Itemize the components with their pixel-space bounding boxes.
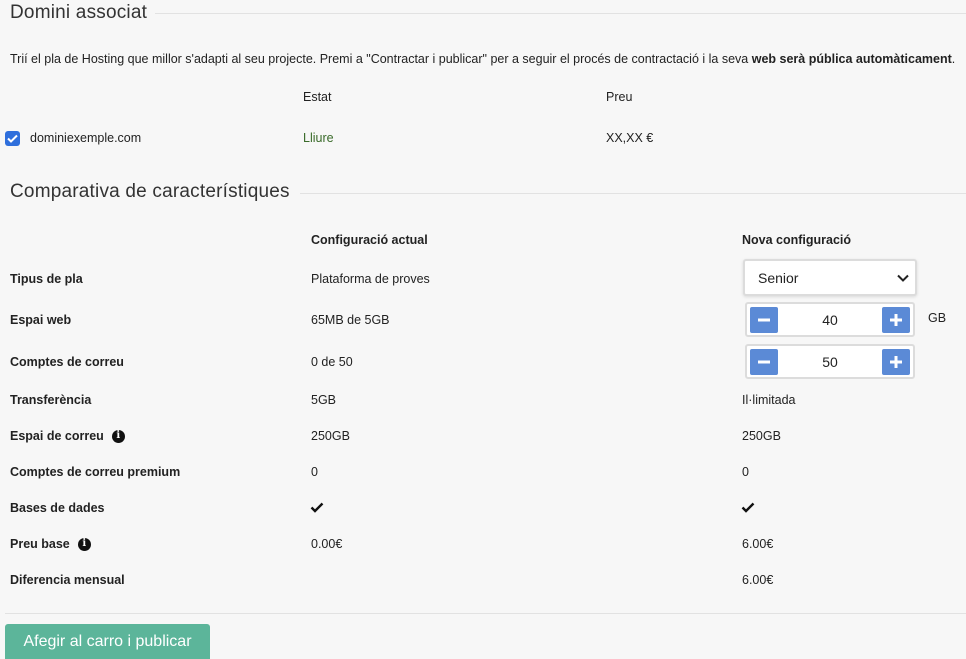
plus-icon xyxy=(890,313,902,326)
domain-section-title: Domini associat xyxy=(10,2,156,24)
mail-accounts-increment-button[interactable] xyxy=(882,348,910,375)
web-space-current: 65MB de 5GB xyxy=(311,313,390,327)
premium-mail-current: 0 xyxy=(311,465,318,479)
mail-space-new: 250GB xyxy=(742,429,781,443)
mail-accounts-decrement-button[interactable] xyxy=(750,348,778,375)
domain-price: XX,XX € xyxy=(606,131,654,145)
column-header-new: Nova configuració xyxy=(742,233,852,247)
mail-accounts-stepper[interactable]: 50 xyxy=(745,344,915,379)
mail-space-current: 250GB xyxy=(311,429,350,443)
row-label-monthly-diff: Diferencia mensual xyxy=(10,573,125,587)
web-space-unit: GB xyxy=(928,311,947,325)
domain-name: dominiexemple.com xyxy=(30,131,142,145)
checkmark-icon xyxy=(310,502,324,513)
plan-type-selected-value: Senior xyxy=(758,269,799,286)
column-header-price: Preu xyxy=(606,90,633,104)
domain-checkbox[interactable] xyxy=(5,131,20,146)
mail-accounts-value[interactable]: 50 xyxy=(778,354,882,370)
comparison-section-divider xyxy=(300,193,966,194)
column-header-status: Estat xyxy=(303,90,332,104)
web-space-stepper[interactable]: 40 xyxy=(745,302,915,337)
domain-section-divider xyxy=(150,13,966,14)
domain-status: Lliure xyxy=(303,131,334,145)
row-label-transfer: Transferència xyxy=(10,393,92,407)
base-price-current: 0.00€ xyxy=(311,537,343,551)
column-header-current: Configuració actual xyxy=(311,233,428,247)
checkmark-icon xyxy=(7,134,18,143)
row-label-mail-accounts: Comptes de correu xyxy=(10,355,124,369)
row-label-databases: Bases de dades xyxy=(10,501,105,515)
web-space-value[interactable]: 40 xyxy=(778,312,882,328)
web-space-increment-button[interactable] xyxy=(882,306,910,333)
premium-mail-new: 0 xyxy=(742,465,749,479)
base-price-new: 6.00€ xyxy=(742,537,774,551)
web-space-decrement-button[interactable] xyxy=(750,306,778,333)
comparison-section-title: Comparativa de característiques xyxy=(10,181,298,203)
row-label-base-price: Preu base i xyxy=(10,537,91,551)
transfer-new: Il·limitada xyxy=(742,393,796,407)
plan-type-select[interactable]: Senior xyxy=(743,259,917,296)
monthly-diff-new: 6.00€ xyxy=(742,573,774,587)
row-label-plan-type: Tipus de pla xyxy=(10,272,83,286)
checkmark-icon xyxy=(741,502,755,513)
row-label-premium-mail: Comptes de correu premium xyxy=(10,465,181,479)
add-to-cart-publish-button[interactable]: Afegir al carro i publicar xyxy=(5,624,210,659)
plus-icon xyxy=(890,355,902,368)
minus-icon xyxy=(758,318,770,321)
minus-icon xyxy=(758,360,770,363)
plan-type-current: Plataforma de proves xyxy=(311,272,430,286)
footer-divider xyxy=(5,613,966,614)
intro-text: Trií el pla de Hosting que millor s'adap… xyxy=(10,52,956,66)
info-icon[interactable]: i xyxy=(77,537,91,551)
chevron-down-icon xyxy=(897,274,909,282)
mail-accounts-current: 0 de 50 xyxy=(311,355,353,369)
transfer-current: 5GB xyxy=(311,393,337,407)
row-label-web-space: Espai web xyxy=(10,313,72,327)
row-label-mail-space: Espai de correu i xyxy=(10,429,125,443)
info-icon[interactable]: i xyxy=(111,429,125,443)
